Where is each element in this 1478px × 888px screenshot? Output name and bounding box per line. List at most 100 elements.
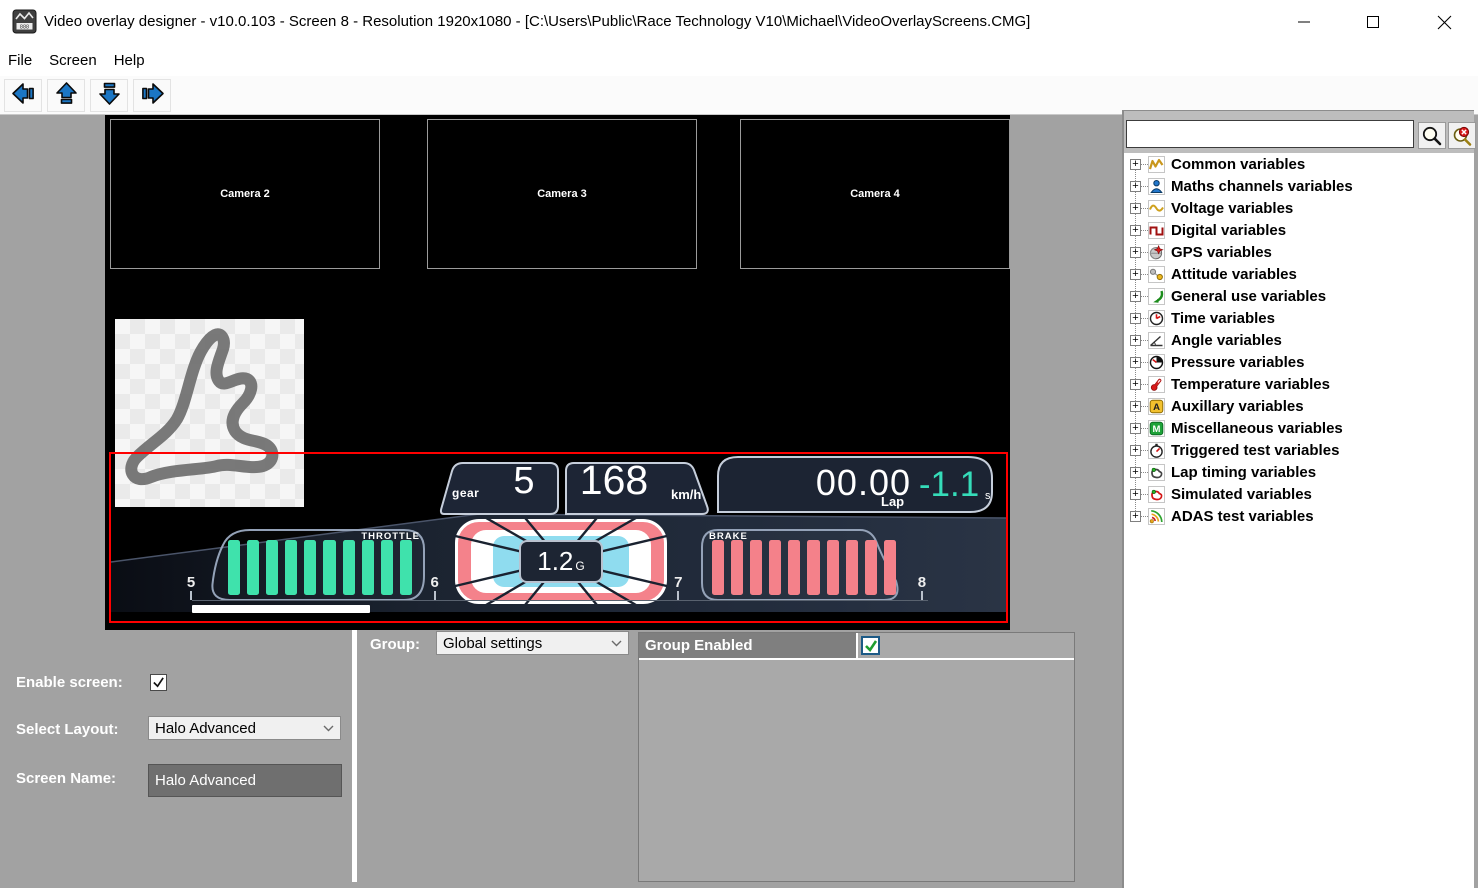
expand-plus-icon[interactable]: + bbox=[1130, 379, 1141, 390]
lap-timing-icon bbox=[1148, 464, 1165, 481]
tree-item-pressure-variables[interactable]: +Pressure variables bbox=[1124, 351, 1474, 373]
move-down-arrow-button[interactable] bbox=[90, 79, 128, 112]
attitude-balls-icon bbox=[1148, 266, 1165, 283]
expand-plus-icon[interactable]: + bbox=[1130, 445, 1141, 456]
tree-item-common-variables[interactable]: +Common variables bbox=[1124, 153, 1474, 175]
expand-plus-icon[interactable]: + bbox=[1130, 269, 1141, 280]
search-icon bbox=[1421, 125, 1443, 147]
menu-screen[interactable]: Screen bbox=[49, 52, 97, 69]
search-button[interactable] bbox=[1418, 122, 1446, 149]
tree-item-attitude-variables[interactable]: +Attitude variables bbox=[1124, 263, 1474, 285]
group-dropdown[interactable]: Global settings bbox=[436, 631, 629, 655]
ruler-baseline bbox=[192, 600, 928, 601]
expand-plus-icon[interactable]: + bbox=[1130, 159, 1141, 170]
group-enabled-checkbox[interactable] bbox=[861, 636, 880, 655]
angle-icon bbox=[1148, 332, 1165, 349]
tree-item-general-use-variables[interactable]: + General use variables bbox=[1124, 285, 1474, 307]
variables-tree: +Common variables+Maths channels variabl… bbox=[1124, 153, 1474, 888]
tree-item-adas-test-variables[interactable]: +ADAS test variables bbox=[1124, 505, 1474, 527]
tree-item-miscellaneous-variables[interactable]: +MMiscellaneous variables bbox=[1124, 417, 1474, 439]
move-up-arrow-icon bbox=[53, 80, 80, 110]
move-up-arrow-button[interactable] bbox=[47, 79, 85, 112]
expand-plus-icon[interactable]: + bbox=[1130, 401, 1141, 412]
group-value: Global settings bbox=[443, 635, 611, 652]
g-unit: G bbox=[575, 559, 584, 573]
tree-item-gps-variables[interactable]: + GPS variables bbox=[1124, 241, 1474, 263]
tree-stub-line bbox=[1141, 472, 1148, 473]
search-input[interactable] bbox=[1126, 120, 1414, 148]
adas-signal-icon bbox=[1148, 508, 1165, 525]
digital-signal-icon bbox=[1148, 222, 1165, 239]
video-overlay-designer-window: 888 Video overlay designer - v10.0.103 -… bbox=[0, 0, 1478, 888]
expand-plus-icon[interactable]: + bbox=[1130, 225, 1141, 236]
expand-plus-icon[interactable]: + bbox=[1130, 291, 1141, 302]
tree-item-simulated-variables[interactable]: +Simulated variables bbox=[1124, 483, 1474, 505]
select-layout-dropdown[interactable]: Halo Advanced bbox=[148, 716, 341, 740]
enable-screen-label: Enable screen: bbox=[16, 674, 123, 691]
tree-stub-line bbox=[1141, 384, 1148, 385]
expand-plus-icon[interactable]: + bbox=[1130, 511, 1141, 522]
ruler-tick bbox=[190, 591, 192, 600]
camera-4-placeholder[interactable]: Camera 4 bbox=[740, 119, 1010, 269]
tree-item-voltage-variables[interactable]: +Voltage variables bbox=[1124, 197, 1474, 219]
clear-search-button[interactable] bbox=[1448, 122, 1476, 149]
expand-plus-icon[interactable]: + bbox=[1130, 335, 1141, 346]
camera-2-label: Camera 2 bbox=[220, 188, 270, 200]
tree-stub-line bbox=[1141, 274, 1148, 275]
tree-stub-line bbox=[1141, 252, 1148, 253]
expand-plus-icon[interactable]: + bbox=[1130, 247, 1141, 258]
tree-item-time-variables[interactable]: +Time variables bbox=[1124, 307, 1474, 329]
camera-2-placeholder[interactable]: Camera 2 bbox=[110, 119, 380, 269]
expand-plus-icon[interactable]: + bbox=[1130, 181, 1141, 192]
dashboard-overlay-selection[interactable]: gear 5 168 km/h 00.00 Lap -1.1 s THROTTL… bbox=[109, 452, 1008, 623]
close-button[interactable] bbox=[1429, 8, 1459, 36]
gear-value: 5 bbox=[489, 460, 559, 503]
ruler-tick bbox=[921, 591, 923, 600]
tree-item-label: Maths channels variables bbox=[1171, 178, 1353, 195]
general-arrow-icon bbox=[1148, 288, 1165, 305]
expand-plus-icon[interactable]: + bbox=[1130, 423, 1141, 434]
tree-item-angle-variables[interactable]: +Angle variables bbox=[1124, 329, 1474, 351]
screen-name-input[interactable] bbox=[148, 764, 342, 797]
expand-plus-icon[interactable]: + bbox=[1130, 313, 1141, 324]
design-canvas[interactable]: Camera 2 Camera 3 Camera 4 bbox=[105, 115, 1010, 630]
camera-3-label: Camera 3 bbox=[537, 188, 587, 200]
menu-file[interactable]: File bbox=[8, 52, 32, 69]
tree-item-label: General use variables bbox=[1171, 288, 1326, 305]
enable-screen-checkbox[interactable] bbox=[150, 674, 167, 691]
speed-unit: km/h bbox=[671, 487, 701, 502]
group-settings-table: Group Enabled bbox=[638, 632, 1075, 882]
nav-left-arrow-button[interactable] bbox=[4, 79, 42, 112]
tree-item-temperature-variables[interactable]: +Temperature variables bbox=[1124, 373, 1474, 395]
expand-plus-icon[interactable]: + bbox=[1130, 203, 1141, 214]
ruler-number: 6 bbox=[430, 575, 438, 591]
svg-text:A: A bbox=[1153, 402, 1160, 413]
chevron-down-icon bbox=[323, 725, 334, 732]
title-bar: 888 Video overlay designer - v10.0.103 -… bbox=[0, 0, 1478, 44]
group-label: Group: bbox=[370, 636, 420, 653]
expand-plus-icon[interactable]: + bbox=[1130, 357, 1141, 368]
tree-item-lap-timing-variables[interactable]: +Lap timing variables bbox=[1124, 461, 1474, 483]
tree-item-auxillary-variables[interactable]: +AAuxillary variables bbox=[1124, 395, 1474, 417]
tree-item-maths-channels-variables[interactable]: + Maths channels variables bbox=[1124, 175, 1474, 197]
minimize-button[interactable] bbox=[1289, 8, 1319, 36]
tree-item-label: GPS variables bbox=[1171, 244, 1272, 261]
camera-3-placeholder[interactable]: Camera 3 bbox=[427, 119, 697, 269]
tree-item-digital-variables[interactable]: +Digital variables bbox=[1124, 219, 1474, 241]
tree-item-triggered-test-variables[interactable]: +Triggered test variables bbox=[1124, 439, 1474, 461]
gear-label: gear bbox=[452, 486, 479, 500]
tree-stub-line bbox=[1141, 296, 1148, 297]
tree-stub-line bbox=[1141, 318, 1148, 319]
tree-stub-line bbox=[1141, 516, 1148, 517]
nav-right-arrow-button[interactable] bbox=[133, 79, 171, 112]
g-value: 1.2 bbox=[537, 546, 573, 577]
clear-search-icon bbox=[1451, 125, 1473, 147]
expand-plus-icon[interactable]: + bbox=[1130, 489, 1141, 500]
move-down-arrow-icon bbox=[96, 80, 123, 110]
menu-help[interactable]: Help bbox=[114, 52, 145, 69]
chevron-down-icon bbox=[611, 640, 622, 647]
lap-delta-unit: s bbox=[985, 490, 991, 502]
maximize-button[interactable] bbox=[1358, 8, 1388, 36]
lap-progress-bar bbox=[192, 605, 370, 613]
expand-plus-icon[interactable]: + bbox=[1130, 467, 1141, 478]
